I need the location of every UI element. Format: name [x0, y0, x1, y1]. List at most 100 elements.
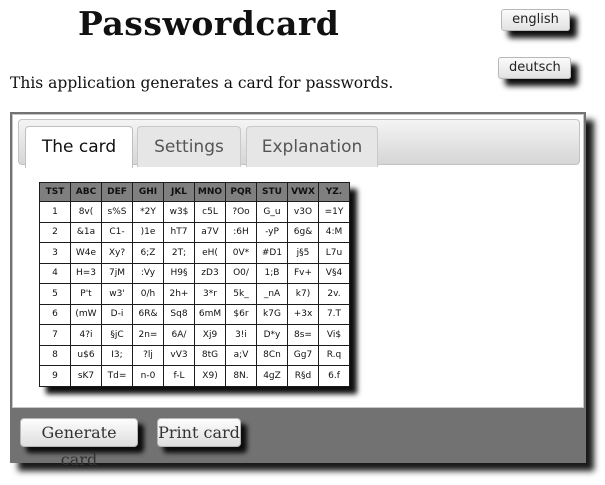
card-cell: §jC — [101, 324, 133, 346]
card-cell: Xj9 — [194, 324, 226, 346]
card-cell: k7G — [256, 303, 288, 325]
card-cell: R§d — [287, 365, 319, 387]
card-cell: _nA — [256, 283, 288, 305]
tab-bar: The card Settings Explanation — [18, 119, 580, 168]
card-cell: zD3 — [194, 262, 226, 284]
card-cell: D*y — [256, 324, 288, 346]
card-cell: 2T; — [163, 242, 195, 264]
page-title: Passwordcard — [78, 4, 340, 43]
card-cell: *2Y — [132, 201, 164, 223]
card-cell: 7jM — [101, 262, 133, 284]
card-row-number: 3 — [39, 242, 71, 264]
card-body: 1 8v(s%S *2Y w3$ c5L ?Oo G_u v3O =1Y 2 &1a C1-)1e hT… — [39, 201, 350, 387]
card-cell: 6g& — [287, 221, 319, 243]
generate-card-button[interactable]: Generate card — [20, 418, 138, 469]
card-row: 4 H=3 7jM:Vy H9§ zD3 O0/1;B Fv+ V§4 — [39, 262, 350, 284]
card-cell: H=3 — [70, 262, 102, 284]
tab-content: The card Settings Explanation TST ABC DEF G… — [12, 114, 584, 408]
card-cell: c5L — [194, 201, 226, 223]
card-row-number: 2 — [39, 221, 71, 243]
tab-settings[interactable]: Settings — [137, 126, 241, 167]
english-language-button[interactable]: english — [501, 9, 570, 31]
card-cell: +3x — [287, 303, 319, 325]
card-cell: C1- — [101, 221, 133, 243]
card-cell: :6H — [225, 221, 257, 243]
card-cell: L7u — [318, 242, 350, 264]
card-header-cell: TST — [39, 182, 71, 202]
card-row: 5 P't w3' 0/h 2h+ 3*r 5k_ _nA k7) 2v. — [39, 283, 350, 305]
card-cell: Td= — [101, 365, 133, 387]
card-header-cell: GHI — [132, 182, 164, 202]
card-header-cell: PQR — [225, 182, 257, 202]
card-header-cell: MNO — [194, 182, 226, 202]
card-cell: 4:M — [318, 221, 350, 243]
card-cell: k7) — [287, 283, 319, 305]
tab-the-card[interactable]: The card — [25, 126, 133, 168]
card-row-number: 7 — [39, 324, 71, 346]
card-header-cell: DEF — [101, 182, 133, 202]
main-panel: The card Settings Explanation TST ABC DEF G… — [10, 112, 586, 469]
print-card-button[interactable]: Print card — [157, 418, 241, 447]
card-cell: 0V* — [225, 242, 257, 264]
card-cell: 8N. — [225, 365, 257, 387]
card-cell: ?lj — [132, 344, 164, 366]
password-card: TST ABC DEF GHI JKL MNO PQR STU VWX YZ. 1 8v(s%S *2… — [39, 182, 350, 387]
tab-explanation[interactable]: Explanation — [246, 126, 378, 167]
card-cell: 8v( — [70, 201, 102, 223]
card-cell: 5k_ — [225, 283, 257, 305]
card-cell: 1;B — [256, 262, 288, 284]
german-language-button[interactable]: deutsch — [498, 57, 571, 79]
card-cell: D-i — [101, 303, 133, 325]
card-cell: 6;Z — [132, 242, 164, 264]
card-cell: 2h+ — [163, 283, 195, 305]
card-cell: X9) — [194, 365, 226, 387]
card-cell: 6mM — [194, 303, 226, 325]
card-cell: 6R& — [132, 303, 164, 325]
card-cell: Sq8 — [163, 303, 195, 325]
card-cell: (mW — [70, 303, 102, 325]
card-cell: j§5 — [287, 242, 319, 264]
card-cell: f-L — [163, 365, 195, 387]
card-cell: 6.f — [318, 365, 350, 387]
card-header-cell: YZ. — [318, 182, 350, 202]
card-row: 2 &1a C1-)1e hT7 a7V:6H -yP 6g& 4:M — [39, 221, 350, 243]
card-cell: &1a — [70, 221, 102, 243]
card-cell: 4?i — [70, 324, 102, 346]
card-cell: 8tG — [194, 344, 226, 366]
card-cell: :Vy — [132, 262, 164, 284]
card-cell: 4gZ — [256, 365, 288, 387]
card-cell: sK7 — [70, 365, 102, 387]
card-cell: w3$ — [163, 201, 195, 223]
card-cell: W4e — [70, 242, 102, 264]
card-row-number: 6 — [39, 303, 71, 325]
card-row-number: 1 — [39, 201, 71, 223]
card-cell: 8s= — [287, 324, 319, 346]
card-row: 9 sK7 Td= n-0 f-L X9) 8N. 4gZ R§d 6.f — [39, 365, 350, 387]
card-cell: Vi$ — [318, 324, 350, 346]
card-cell: v3O — [287, 201, 319, 223]
card-row: 6 (mW D-i 6R& Sq8 6mM $6r k7G +3x 7.T — [39, 303, 350, 325]
card-cell: Gg7 — [287, 344, 319, 366]
card-cell: 0/h — [132, 283, 164, 305]
card-header-cell: STU — [256, 182, 288, 202]
password-card-table: TST ABC DEF GHI JKL MNO PQR STU VWX YZ. 1 8v(s%S *2… — [39, 182, 350, 387]
card-cell: -yP — [256, 221, 288, 243]
intro-text: This application generates a card for pa… — [10, 74, 394, 92]
card-cell: H9§ — [163, 262, 195, 284]
card-cell: 2n= — [132, 324, 164, 346]
card-cell: 8Cn — [256, 344, 288, 366]
card-cell: ?Oo — [225, 201, 257, 223]
card-cell: s%S — [101, 201, 133, 223]
card-cell: =1Y — [318, 201, 350, 223]
card-cell: Fv+ — [287, 262, 319, 284]
card-row: 3 W4e Xy? 6;Z 2T; eH(0V* #D1 j§5 L7u — [39, 242, 350, 264]
card-cell: O0/ — [225, 262, 257, 284]
card-cell: hT7 — [163, 221, 195, 243]
card-cell: R.q — [318, 344, 350, 366]
card-row-number: 4 — [39, 262, 71, 284]
card-cell: n-0 — [132, 365, 164, 387]
card-row-number: 5 — [39, 283, 71, 305]
card-cell: 3!i — [225, 324, 257, 346]
card-cell: G_u — [256, 201, 288, 223]
card-header-row: TST ABC DEF GHI JKL MNO PQR STU VWX YZ. — [39, 182, 350, 202]
